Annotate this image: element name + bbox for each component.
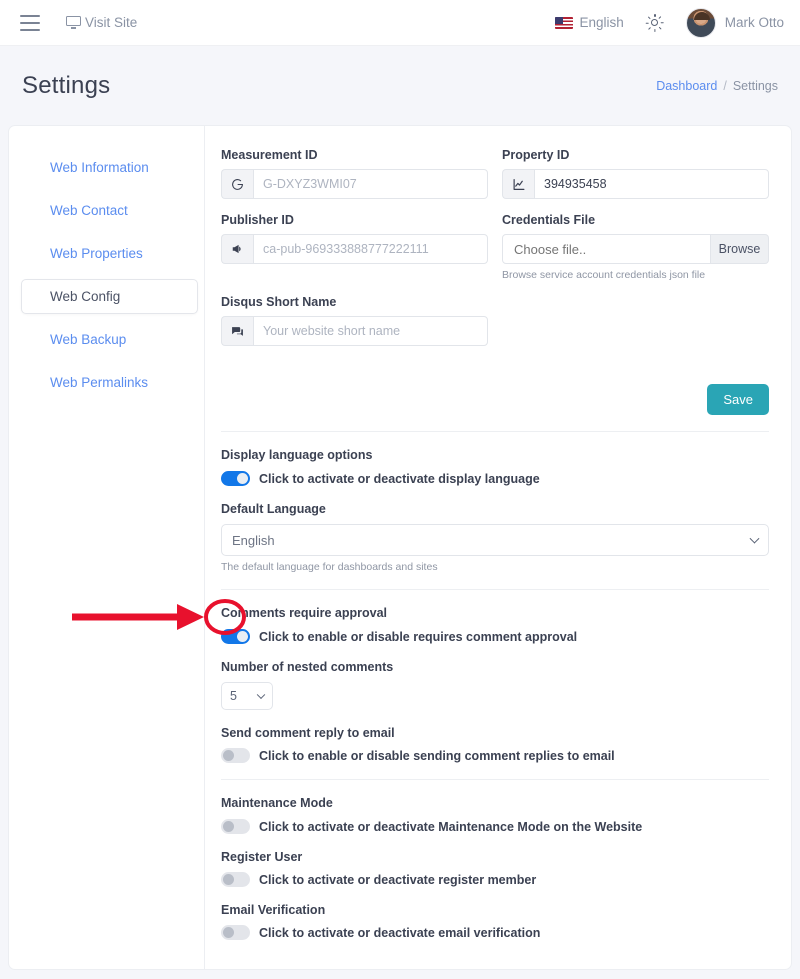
browse-button[interactable]: Browse bbox=[711, 234, 769, 264]
language-selector[interactable]: English bbox=[555, 15, 623, 30]
visit-site-label: Visit Site bbox=[85, 15, 137, 30]
form-row-3-spacer bbox=[502, 295, 769, 360]
sidebar-item-web-permalinks[interactable]: Web Permalinks bbox=[21, 365, 198, 400]
register-user-toggle[interactable] bbox=[221, 872, 250, 887]
us-flag-icon bbox=[555, 17, 573, 29]
comment-reply-email-toggle[interactable] bbox=[221, 748, 250, 763]
disqus-short-name-input[interactable] bbox=[253, 316, 488, 346]
settings-card: Web Information Web Contact Web Properti… bbox=[8, 125, 792, 970]
monitor-icon bbox=[66, 16, 81, 30]
page-header: Settings Dashboard / Settings bbox=[0, 46, 800, 125]
comments-approval-toggle-row: Click to enable or disable requires comm… bbox=[221, 629, 769, 644]
display-language-toggle-label: Click to activate or deactivate display … bbox=[259, 472, 540, 486]
measurement-id-label: Measurement ID bbox=[221, 148, 488, 162]
save-row: Save bbox=[221, 384, 769, 415]
publisher-id-field: Publisher ID bbox=[221, 213, 488, 281]
site-options-section: Maintenance Mode Click to activate or de… bbox=[221, 780, 769, 940]
maintenance-mode-toggle[interactable] bbox=[221, 819, 250, 834]
credentials-file-hint: Browse service account credentials json … bbox=[502, 269, 769, 281]
default-language-hint: The default language for dashboards and … bbox=[221, 561, 769, 573]
credentials-file-input[interactable] bbox=[502, 234, 711, 264]
publisher-id-label: Publisher ID bbox=[221, 213, 488, 227]
disqus-short-name-field: Disqus Short Name bbox=[221, 295, 488, 346]
sun-icon[interactable] bbox=[646, 14, 664, 32]
display-language-toggle[interactable] bbox=[221, 471, 250, 486]
visit-site-link[interactable]: Visit Site bbox=[66, 15, 137, 30]
email-verification-toggle-label: Click to activate or deactivate email ve… bbox=[259, 926, 540, 940]
disqus-short-name-label: Disqus Short Name bbox=[221, 295, 488, 309]
nested-comments-select[interactable]: 5 bbox=[221, 682, 273, 710]
form-row-3: Disqus Short Name bbox=[221, 295, 769, 360]
display-language-toggle-row: Click to activate or deactivate display … bbox=[221, 471, 769, 486]
credentials-file-field: Credentials File Browse Browse service a… bbox=[502, 213, 769, 281]
sidebar-item-web-config[interactable]: Web Config bbox=[21, 279, 198, 314]
avatar bbox=[686, 8, 716, 38]
maintenance-mode-title: Maintenance Mode bbox=[221, 796, 769, 810]
nested-comments-title: Number of nested comments bbox=[221, 660, 769, 674]
comments-approval-toggle-label: Click to enable or disable requires comm… bbox=[259, 630, 577, 644]
comment-reply-email-title: Send comment reply to email bbox=[221, 726, 769, 740]
sidebar-item-web-properties[interactable]: Web Properties bbox=[21, 236, 198, 271]
display-language-title: Display language options bbox=[221, 448, 769, 462]
chart-line-icon bbox=[502, 169, 534, 199]
measurement-id-field: Measurement ID bbox=[221, 148, 488, 199]
top-bar: Visit Site English Mark Otto bbox=[0, 0, 800, 46]
email-verification-toggle[interactable] bbox=[221, 925, 250, 940]
comments-approval-toggle[interactable] bbox=[221, 629, 250, 644]
email-verification-title: Email Verification bbox=[221, 903, 769, 917]
breadcrumb-separator: / bbox=[723, 79, 726, 93]
bullhorn-icon bbox=[221, 234, 253, 264]
comments-approval-title: Comments require approval bbox=[221, 606, 769, 620]
register-user-title: Register User bbox=[221, 850, 769, 864]
breadcrumb: Dashboard / Settings bbox=[656, 79, 778, 93]
comment-reply-email-toggle-row: Click to enable or disable sending comme… bbox=[221, 748, 769, 763]
user-name-label: Mark Otto bbox=[725, 15, 784, 30]
register-user-toggle-row: Click to activate or deactivate register… bbox=[221, 872, 769, 887]
settings-side-nav: Web Information Web Contact Web Properti… bbox=[9, 126, 205, 969]
publisher-id-input[interactable] bbox=[253, 234, 488, 264]
page-title: Settings bbox=[22, 72, 110, 100]
comment-reply-email-toggle-label: Click to enable or disable sending comme… bbox=[259, 749, 615, 763]
register-user-toggle-label: Click to activate or deactivate register… bbox=[259, 873, 536, 887]
hamburger-menu-icon[interactable] bbox=[20, 15, 40, 31]
measurement-id-input[interactable] bbox=[253, 169, 488, 199]
comments-section: Comments require approval Click to enabl… bbox=[221, 590, 769, 763]
save-button[interactable]: Save bbox=[707, 384, 769, 415]
sidebar-item-web-information[interactable]: Web Information bbox=[21, 150, 198, 185]
sidebar-item-web-backup[interactable]: Web Backup bbox=[21, 322, 198, 357]
default-language-label: Default Language bbox=[221, 502, 769, 516]
maintenance-mode-toggle-label: Click to activate or deactivate Maintena… bbox=[259, 820, 642, 834]
top-bar-right: English Mark Otto bbox=[555, 8, 784, 38]
display-language-section: Display language options Click to activa… bbox=[221, 432, 769, 573]
language-label: English bbox=[579, 15, 623, 30]
email-verification-toggle-row: Click to activate or deactivate email ve… bbox=[221, 925, 769, 940]
user-menu[interactable]: Mark Otto bbox=[686, 8, 784, 38]
default-language-select-wrap: English bbox=[221, 524, 769, 556]
breadcrumb-current: Settings bbox=[733, 79, 778, 93]
comments-icon bbox=[221, 316, 253, 346]
property-id-label: Property ID bbox=[502, 148, 769, 162]
form-row-1: Measurement ID Property ID bbox=[221, 148, 769, 213]
default-language-select[interactable]: English bbox=[221, 524, 769, 556]
maintenance-mode-toggle-row: Click to activate or deactivate Maintena… bbox=[221, 819, 769, 834]
credentials-file-label: Credentials File bbox=[502, 213, 769, 227]
nested-comments-select-wrap: 5 bbox=[221, 682, 273, 710]
breadcrumb-dashboard[interactable]: Dashboard bbox=[656, 79, 717, 93]
property-id-input[interactable] bbox=[534, 169, 769, 199]
form-row-2: Publisher ID Credentials File Browse Br bbox=[221, 213, 769, 295]
google-g-icon bbox=[221, 169, 253, 199]
property-id-field: Property ID bbox=[502, 148, 769, 199]
settings-content: Measurement ID Property ID bbox=[205, 126, 791, 969]
sidebar-item-web-contact[interactable]: Web Contact bbox=[21, 193, 198, 228]
